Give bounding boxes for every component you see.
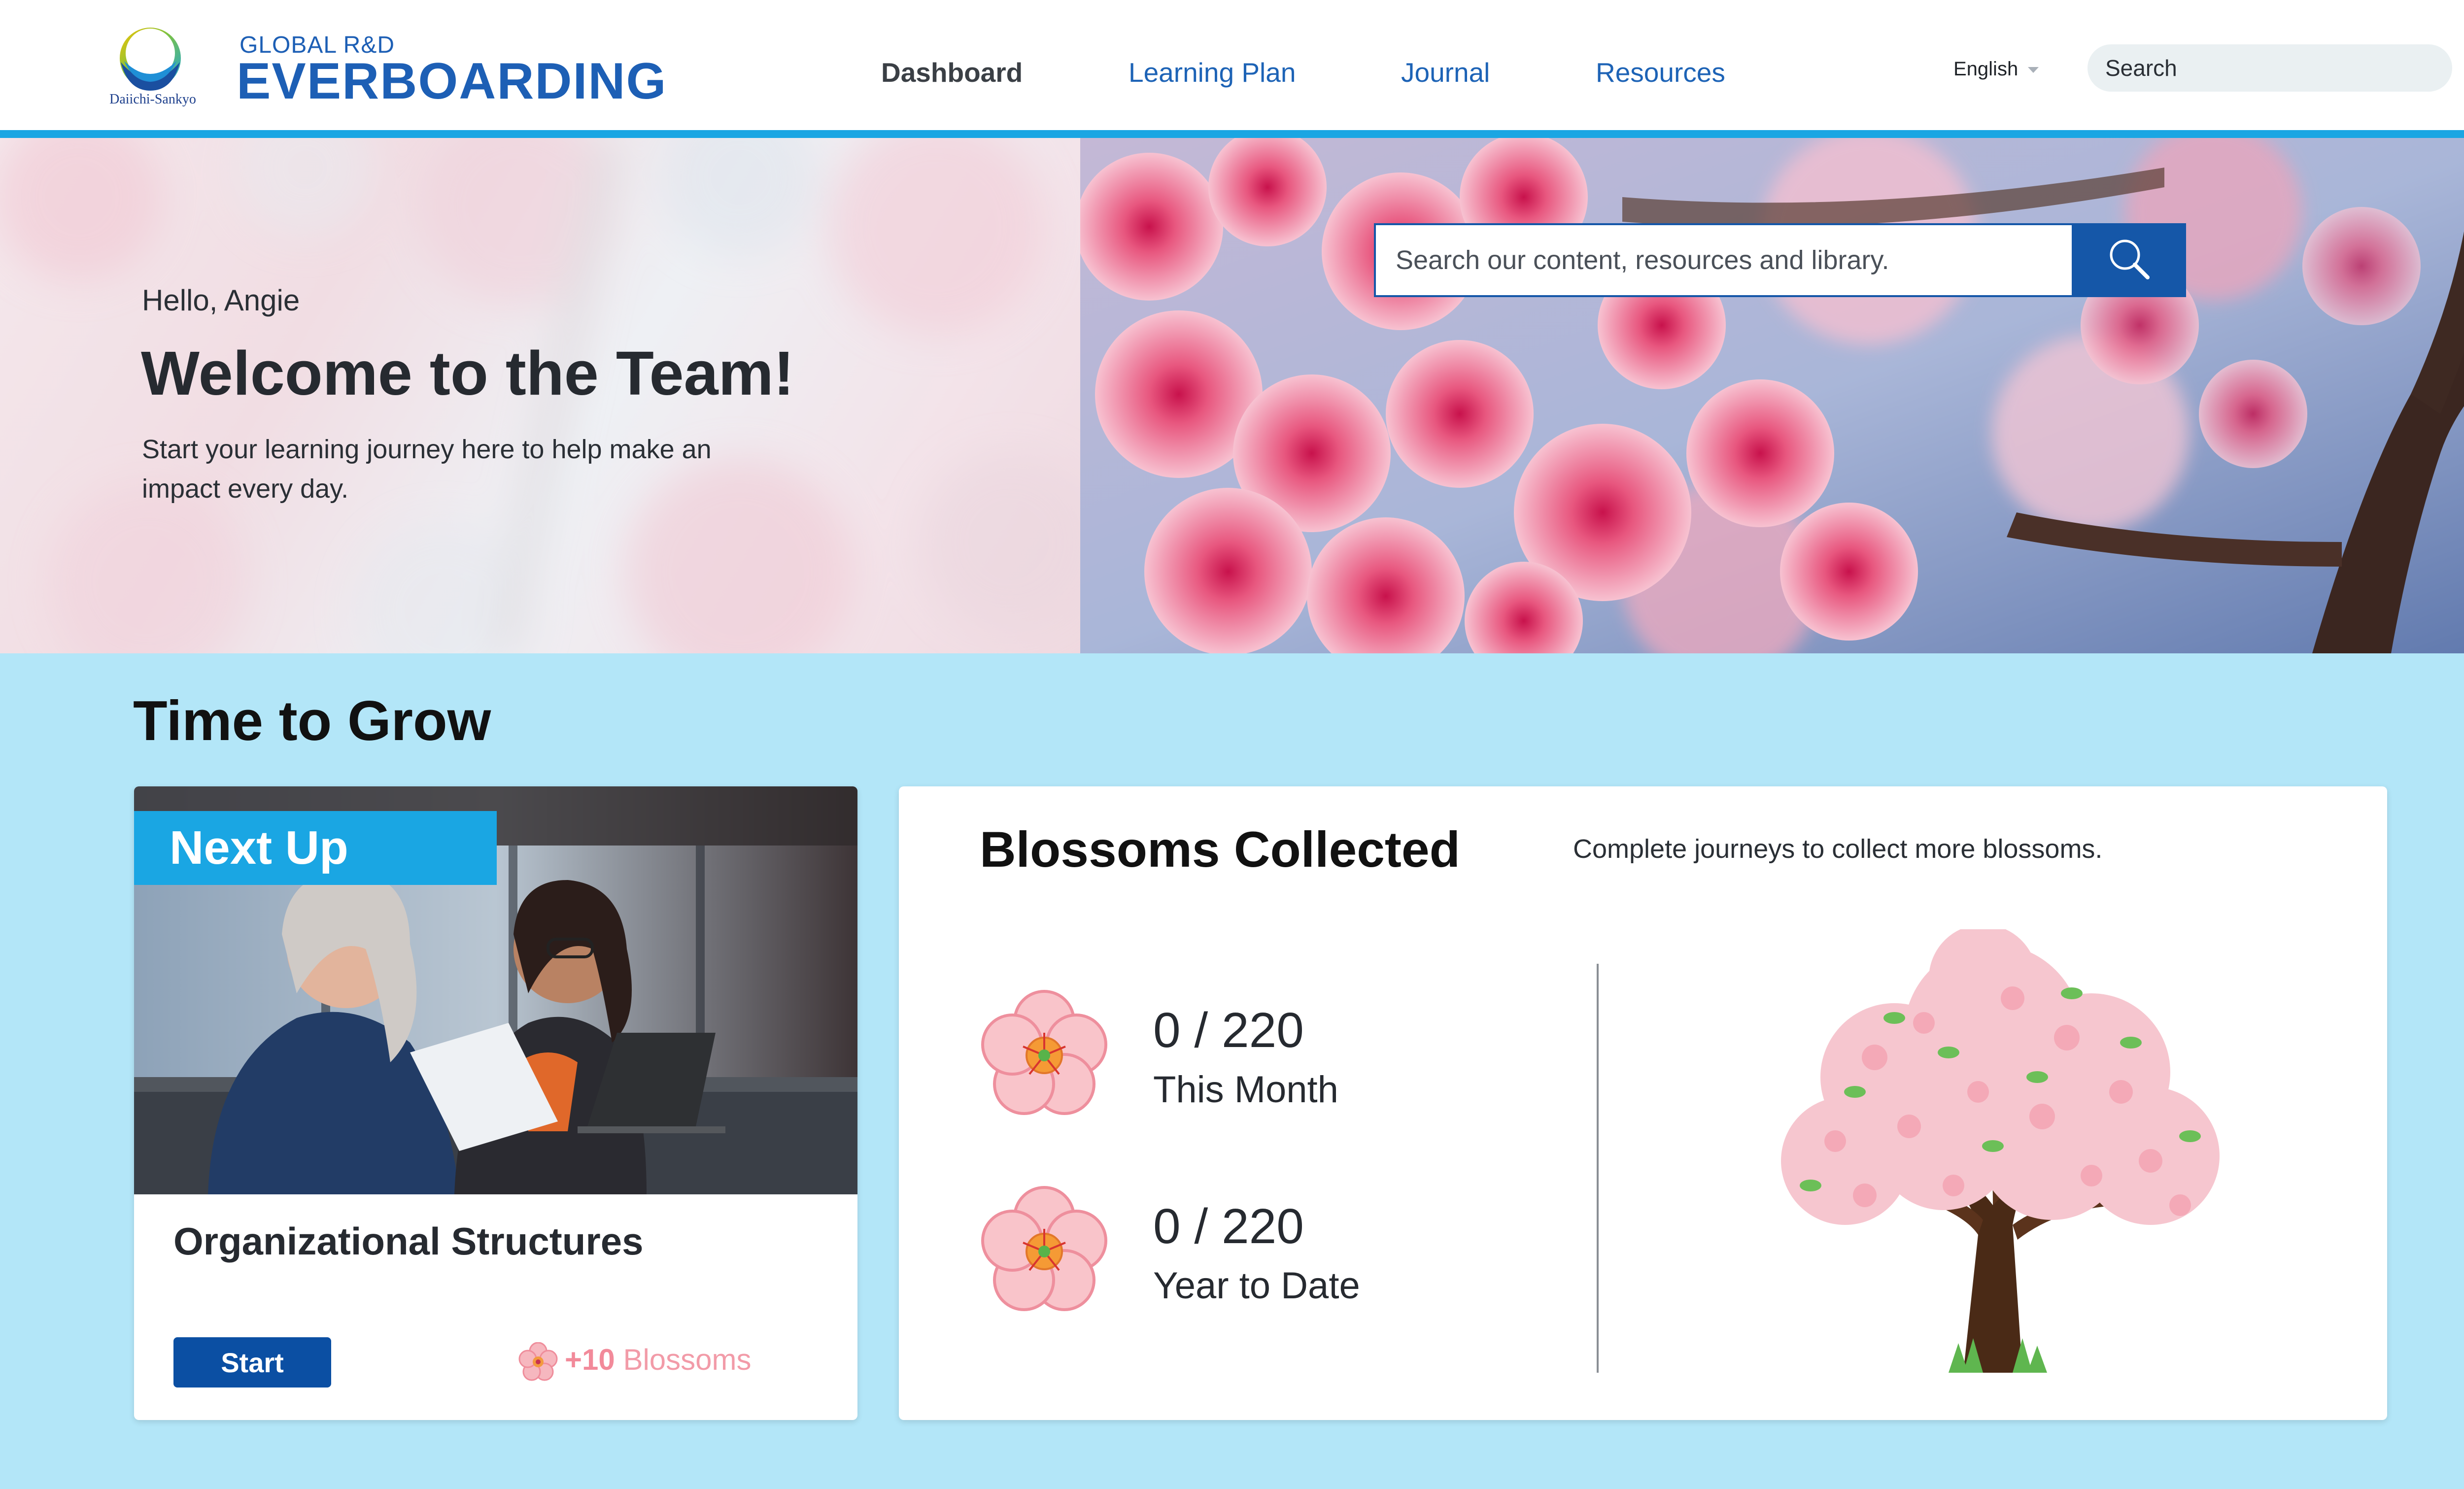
reward-amount: +10 [565, 1343, 615, 1376]
cherry-blossom-photo [1080, 138, 2464, 653]
top-header: Daiichi-Sankyo GLOBAL R&D EVERBOARDING D… [0, 0, 2464, 130]
reward-label: Blossoms [623, 1343, 752, 1376]
next-up-label: Next Up [170, 821, 348, 874]
ytd-label: Year to Date [1153, 1265, 1360, 1307]
blossoms-collected-card: Blossoms Collected Complete journeys to … [899, 786, 2387, 1420]
chevron-down-icon [2028, 67, 2039, 73]
language-selector[interactable]: English [1953, 58, 2039, 80]
month-blossom-count: 0 / 220 [1153, 1003, 1304, 1058]
header-accent-bar [0, 130, 2464, 138]
blossom-reward: +10 Blossoms [518, 1342, 752, 1385]
hero-banner: Hello, Angie Welcome to the Team! Start … [0, 138, 2464, 653]
section-title: Time to Grow [133, 690, 491, 752]
blossom-icon [981, 1186, 1107, 1311]
brand-title[interactable]: EVERBOARDING [237, 52, 667, 111]
nav-learning-plan[interactable]: Learning Plan [1129, 57, 1296, 88]
header-search-input[interactable] [2088, 44, 2452, 92]
course-title[interactable]: Organizational Structures [173, 1219, 644, 1264]
welcome-heading: Welcome to the Team! [141, 338, 794, 408]
hero-subtitle: Start your learning journey here to help… [142, 435, 712, 504]
language-label: English [1953, 58, 2019, 80]
blossom-icon [518, 1342, 558, 1381]
greeting-text: Hello, Angie [142, 284, 300, 317]
month-label: This Month [1153, 1069, 1338, 1111]
stats-divider [1597, 964, 1599, 1373]
magnifier-icon [2110, 239, 2150, 279]
nav-dashboard[interactable]: Dashboard [881, 57, 1023, 88]
start-button[interactable]: Start [173, 1337, 331, 1387]
blossoms-hint: Complete journeys to collect more blosso… [1573, 834, 2103, 864]
nav-journal[interactable]: Journal [1401, 57, 1490, 88]
blossom-icon [981, 990, 1107, 1115]
hero-search-button[interactable] [2074, 223, 2186, 297]
nav-resources[interactable]: Resources [1596, 57, 1725, 88]
cherry-tree-illustration [1781, 929, 2220, 1373]
logo-caption: Daiichi-Sankyo [109, 92, 196, 107]
hero-search-input[interactable] [1374, 223, 2074, 297]
blossoms-title: Blossoms Collected [980, 821, 1460, 878]
next-up-card: Next Up Organizational Structures Start … [134, 786, 857, 1420]
ytd-blossom-count: 0 / 220 [1153, 1199, 1304, 1254]
